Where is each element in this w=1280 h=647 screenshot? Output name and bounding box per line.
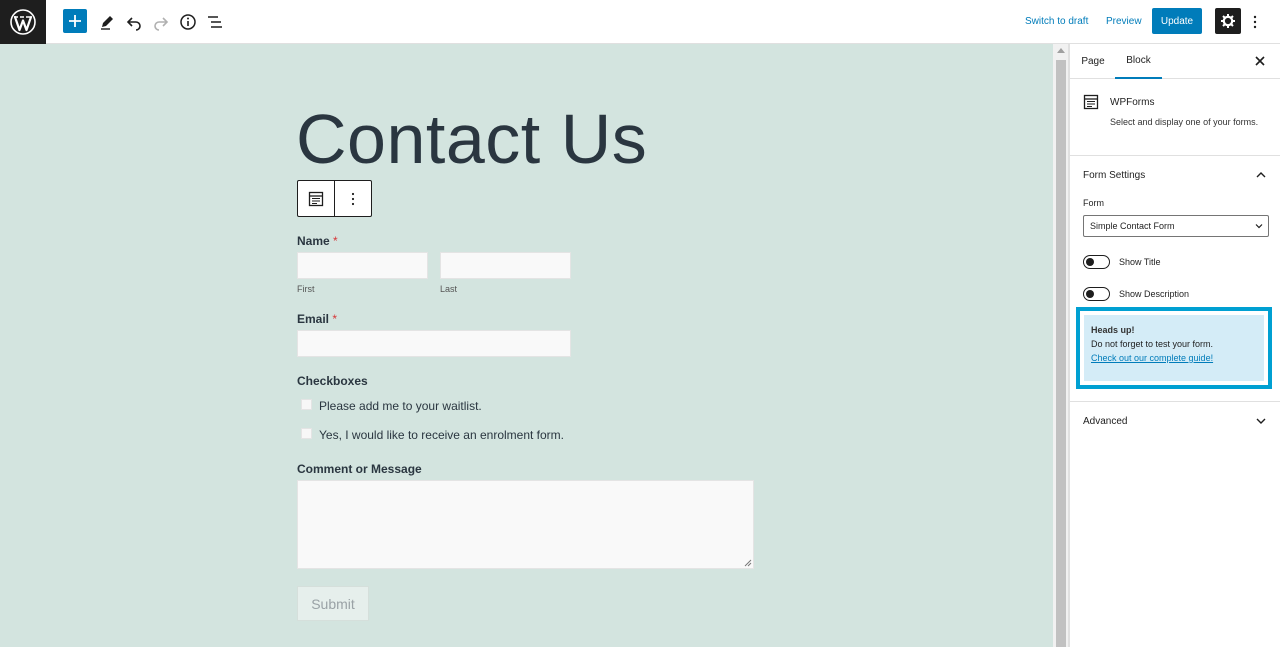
more-vertical-icon [1253, 15, 1257, 29]
first-name-input[interactable] [297, 252, 428, 279]
form-settings-panel-toggle[interactable]: Form Settings [1083, 170, 1145, 181]
block-name: WPForms [1110, 97, 1155, 108]
page-title[interactable]: Contact Us [296, 104, 647, 174]
update-button[interactable]: Update [1152, 8, 1202, 34]
name-field-label: Name * [297, 234, 338, 248]
list-view-button[interactable] [202, 9, 228, 35]
notice-highlight: Heads up! Do not forget to test your for… [1076, 307, 1272, 389]
toggle-knob [1086, 258, 1094, 266]
waitlist-checkbox-label[interactable]: Please add me to your waitlist. [319, 399, 482, 413]
editor-canvas[interactable]: Contact Us Name * First Last Email * Che… [0, 44, 1053, 647]
checkboxes-field-label: Checkboxes [297, 374, 368, 388]
settings-button[interactable] [1215, 8, 1241, 34]
add-block-button[interactable] [63, 9, 87, 33]
last-name-sublabel: Last [440, 284, 458, 294]
email-label-text: Email [297, 312, 330, 326]
preview-button[interactable]: Preview [1106, 16, 1142, 27]
enrolment-checkbox[interactable] [301, 428, 312, 439]
form-select[interactable]: Simple Contact Form [1083, 215, 1269, 237]
tab-page[interactable]: Page [1076, 44, 1110, 79]
name-label-text: Name [297, 234, 330, 248]
panel-divider [1070, 155, 1280, 156]
info-icon [180, 14, 196, 30]
list-view-icon [208, 16, 222, 28]
comment-field-label: Comment or Message [297, 462, 422, 476]
scroll-thumb[interactable] [1056, 60, 1066, 647]
redo-button[interactable] [148, 9, 174, 35]
wpforms-icon [308, 191, 324, 206]
switch-to-draft-button[interactable]: Switch to draft [1025, 16, 1088, 27]
chevron-up-icon[interactable] [1256, 170, 1266, 180]
notice-text: Do not forget to test your form. [1091, 339, 1214, 349]
details-button[interactable] [175, 9, 201, 35]
show-title-toggle[interactable] [1083, 255, 1110, 269]
tab-block[interactable]: Block [1115, 44, 1162, 79]
wordpress-logo-icon[interactable] [0, 0, 46, 44]
sidebar-tabs: Page Block [1070, 44, 1280, 79]
edit-tools-button[interactable] [94, 9, 120, 35]
chevron-down-icon[interactable] [1256, 416, 1266, 426]
first-name-sublabel: First [297, 284, 315, 294]
block-type-button[interactable] [298, 181, 335, 216]
show-description-toggle[interactable] [1083, 287, 1110, 301]
close-icon[interactable] [1253, 54, 1267, 68]
required-mark: * [332, 312, 338, 326]
wordpress-logo-icon-glyph [10, 9, 36, 35]
advanced-panel-toggle[interactable]: Advanced [1083, 416, 1127, 427]
block-toolbar [297, 180, 372, 217]
required-mark: * [333, 234, 338, 248]
wpforms-icon [1083, 94, 1099, 110]
resize-handle-icon[interactable] [744, 559, 752, 567]
block-card: WPForms Select and display one of your f… [1070, 79, 1280, 156]
canvas-scrollbar[interactable] [1053, 44, 1069, 647]
block-description: Select and display one of your forms. [1110, 117, 1259, 127]
chevron-down-icon [1255, 224, 1263, 229]
toggle-knob [1086, 290, 1094, 298]
editor-toolbar: Switch to draft Preview Update [0, 0, 1280, 44]
guide-link[interactable]: Check out our complete guide! [1091, 351, 1257, 365]
email-field-label: Email * [297, 312, 337, 326]
gear-icon [1221, 14, 1235, 28]
more-options-button[interactable] [1249, 12, 1261, 32]
waitlist-checkbox[interactable] [301, 399, 312, 410]
pencil-icon [101, 16, 113, 30]
settings-sidebar: Page Block WPForms Select and display on… [1069, 44, 1280, 647]
notice-title: Heads up! [1091, 325, 1135, 335]
undo-button[interactable] [121, 9, 147, 35]
form-select-value: Simple Contact Form [1090, 221, 1175, 231]
last-name-input[interactable] [440, 252, 571, 279]
submit-button[interactable]: Submit [297, 586, 369, 621]
block-options-button[interactable] [335, 181, 371, 216]
comment-textarea[interactable] [297, 480, 754, 569]
email-input[interactable] [297, 330, 571, 357]
heads-up-notice: Heads up! Do not forget to test your for… [1084, 315, 1264, 381]
show-title-label: Show Title [1119, 257, 1161, 267]
enrolment-checkbox-label[interactable]: Yes, I would like to receive an enrolmen… [319, 428, 564, 442]
form-select-label: Form [1083, 198, 1104, 208]
redo-icon [154, 17, 169, 31]
scroll-up-arrow-icon[interactable] [1057, 48, 1065, 53]
plus-icon [69, 15, 81, 27]
undo-icon [126, 17, 141, 31]
show-description-label: Show Description [1119, 289, 1190, 299]
panel-divider [1070, 401, 1280, 402]
more-vertical-icon [351, 192, 355, 205]
